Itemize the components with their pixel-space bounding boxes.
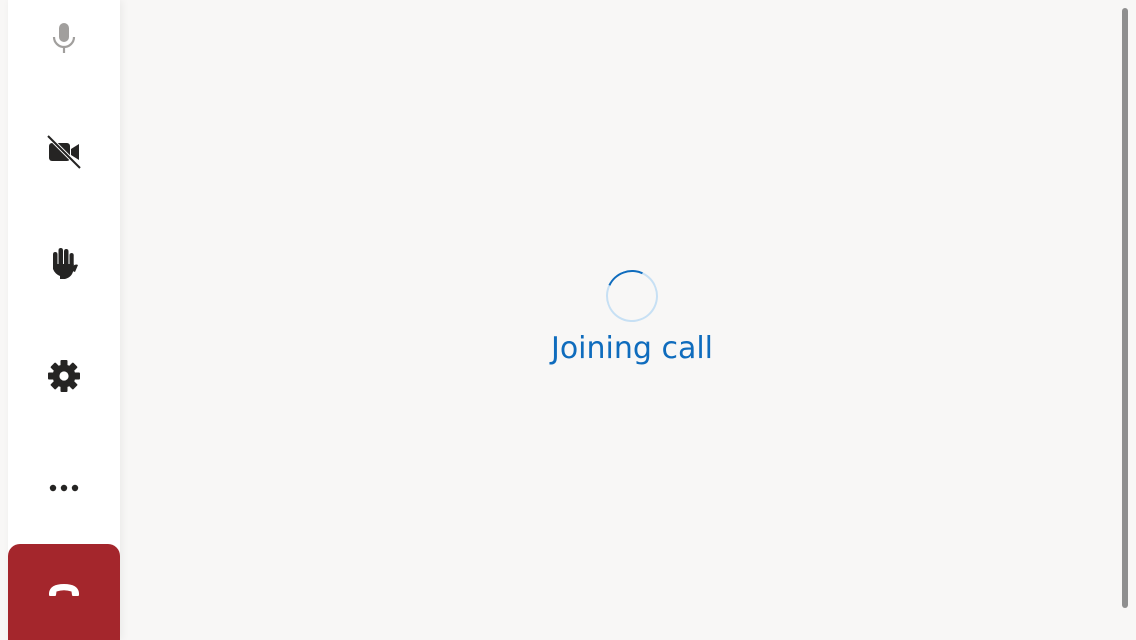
hand-icon — [48, 246, 80, 282]
joining-call-label: Joining call — [550, 331, 714, 366]
video-off-icon — [46, 134, 82, 170]
vertical-scrollbar[interactable] — [1122, 8, 1128, 608]
call-window: Joining call — [0, 0, 1136, 640]
gear-icon — [47, 359, 81, 393]
more-horizontal-icon — [48, 483, 80, 493]
microphone-icon — [48, 20, 80, 60]
call-stage: Joining call — [120, 0, 1120, 640]
hang-up-button[interactable] — [8, 544, 120, 640]
camera-toggle-button[interactable] — [8, 112, 120, 192]
microphone-button[interactable] — [8, 0, 120, 80]
call-controls-rail — [8, 0, 120, 640]
joining-status: Joining call — [520, 262, 744, 367]
raise-hand-button[interactable] — [8, 224, 120, 304]
settings-button[interactable] — [8, 336, 120, 416]
more-options-button[interactable] — [8, 448, 120, 528]
loading-spinner — [598, 262, 666, 330]
phone-hangup-icon — [47, 582, 81, 602]
